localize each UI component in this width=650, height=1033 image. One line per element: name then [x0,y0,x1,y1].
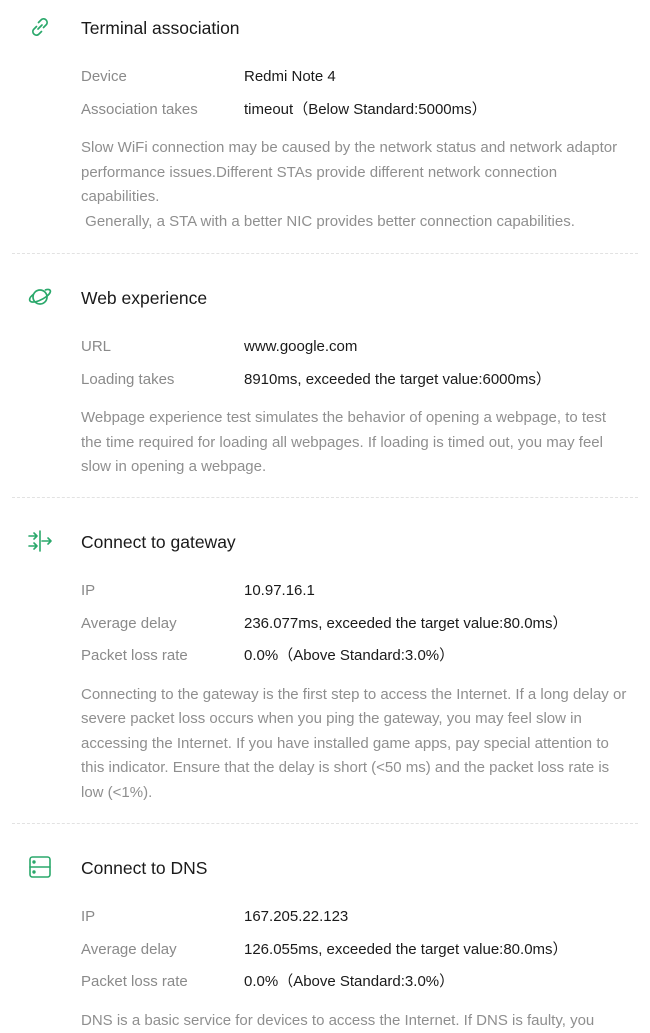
section-title: Terminal association [81,16,240,40]
row-label: Loading takes [81,369,174,391]
row-label: Association takes [81,99,198,121]
row-value: 0.0%（Above Standard:3.0%） [244,645,454,667]
info-row-average-delay: Average delay 126.055ms, exceeded the ta… [0,939,650,972]
planet-icon [27,284,53,310]
section-connect-gateway: Connect to gateway IP 10.97.16.1 Average… [0,528,650,805]
section-title: Web experience [81,286,207,310]
row-label: Average delay [81,613,177,635]
section-title: Connect to DNS [81,856,207,880]
row-value: 10.97.16.1 [244,580,315,602]
section-description: Connecting to the gateway is the first s… [81,683,631,806]
row-label: Average delay [81,939,177,961]
section-header: Web experience [0,284,650,314]
link-icon [27,14,53,40]
row-label: IP [81,580,95,602]
section-header: Connect to gateway [0,528,650,558]
section-header: Terminal association [0,14,650,44]
row-label: Packet loss rate [81,971,188,993]
section-divider [12,823,638,824]
info-row-device: Device Redmi Note 4 [0,66,650,99]
info-row-loading-takes: Loading takes 8910ms, exceeded the targe… [0,369,650,402]
row-value: 167.205.22.123 [244,906,348,928]
info-row-url: URL www.google.com [0,336,650,369]
info-row-packet-loss: Packet loss rate 0.0%（Above Standard:3.0… [0,971,650,1004]
section-divider [12,253,638,254]
section-header: Connect to DNS [0,854,650,884]
gateway-arrows-icon [27,528,53,554]
row-value: 236.077ms, exceeded the target value:80.… [244,613,568,635]
row-label: IP [81,906,95,928]
section-divider [12,497,638,498]
row-label: URL [81,336,111,358]
row-label: Device [81,66,127,88]
section-web-experience: Web experience URL www.google.com Loadin… [0,284,650,480]
row-value: timeout（Below Standard:5000ms） [244,99,487,121]
row-value: Redmi Note 4 [244,66,336,88]
row-value: 126.055ms, exceeded the target value:80.… [244,939,568,961]
row-value: www.google.com [244,336,357,358]
section-connect-dns: Connect to DNS IP 167.205.22.123 Average… [0,854,650,1033]
row-value: 0.0%（Above Standard:3.0%） [244,971,454,993]
section-description: Slow WiFi connection may be caused by th… [81,136,631,234]
info-row-packet-loss: Packet loss rate 0.0%（Above Standard:3.0… [0,645,650,678]
info-row-average-delay: Average delay 236.077ms, exceeded the ta… [0,613,650,646]
section-terminal-association: Terminal association Device Redmi Note 4… [0,14,650,234]
section-description: DNS is a basic service for devices to ac… [81,1009,631,1033]
info-row-ip: IP 10.97.16.1 [0,580,650,613]
info-row-ip: IP 167.205.22.123 [0,906,650,939]
server-icon [27,854,53,880]
row-label: Packet loss rate [81,645,188,667]
section-description: Webpage experience test simulates the be… [81,406,631,480]
info-row-association-takes: Association takes timeout（Below Standard… [0,99,650,132]
row-value: 8910ms, exceeded the target value:6000ms… [244,369,551,391]
section-title: Connect to gateway [81,530,236,554]
